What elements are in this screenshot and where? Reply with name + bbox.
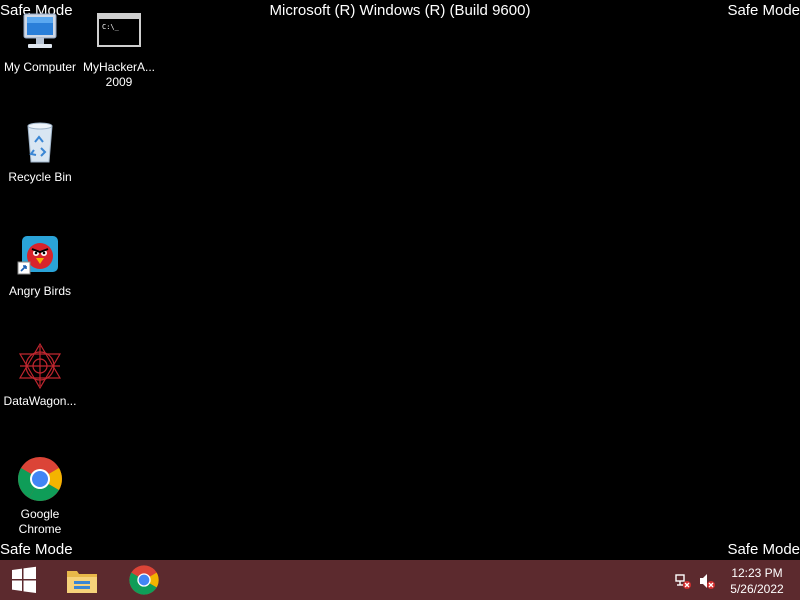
clock-time: 12:23 PM	[731, 566, 783, 580]
svg-text:C:\_: C:\_	[102, 23, 120, 31]
datawagon-icon	[16, 342, 64, 390]
desktop-icon-myhackera[interactable]: C:\_ MyHackerA... 2009	[79, 8, 159, 90]
start-button[interactable]	[0, 560, 48, 600]
desktop-icon-my-computer[interactable]: My Computer	[0, 8, 80, 75]
desktop-icon-label: My Computer	[3, 60, 77, 74]
safe-mode-label-bottom-right: Safe Mode	[727, 541, 800, 558]
angry-birds-icon	[16, 232, 64, 280]
command-prompt-icon: C:\_	[95, 8, 143, 56]
recycle-bin-icon	[16, 118, 64, 166]
desktop-icon-label: DataWagon...	[3, 394, 77, 408]
taskbar-file-explorer-button[interactable]	[54, 560, 110, 600]
taskbar-clock[interactable]: 12:23 PM 5/26/2022	[722, 565, 792, 597]
computer-icon	[16, 8, 64, 56]
file-explorer-icon	[67, 571, 97, 593]
desktop-icon-label: Recycle Bin	[8, 170, 72, 184]
clock-date: 5/26/2022	[730, 582, 784, 596]
desktop-icon-label: Angry Birds	[8, 284, 72, 298]
desktop-icon-label-line2: Chrome	[18, 522, 62, 536]
chrome-icon	[129, 565, 159, 595]
desktop-icon-angry-birds[interactable]: Angry Birds	[0, 232, 80, 299]
safe-mode-label-bottom-left: Safe Mode	[0, 541, 73, 558]
desktop-icon-label-line1: MyHackerA...	[82, 60, 155, 74]
desktop-icon-recycle-bin[interactable]: Recycle Bin	[0, 118, 80, 185]
taskbar-chrome-button[interactable]	[116, 560, 172, 600]
chrome-icon	[16, 455, 64, 503]
desktop-icon-google-chrome[interactable]: Google Chrome	[0, 455, 80, 537]
desktop-icon-datawagon[interactable]: DataWagon...	[0, 342, 80, 409]
speaker-muted-icon[interactable]	[698, 572, 716, 590]
network-error-icon[interactable]	[674, 572, 692, 590]
desktop-icon-label-line2: 2009	[105, 75, 133, 89]
windows-logo-icon	[12, 566, 36, 593]
desktop-icon-label-line1: Google	[20, 507, 60, 521]
taskbar: 12:23 PM 5/26/2022	[0, 560, 800, 600]
